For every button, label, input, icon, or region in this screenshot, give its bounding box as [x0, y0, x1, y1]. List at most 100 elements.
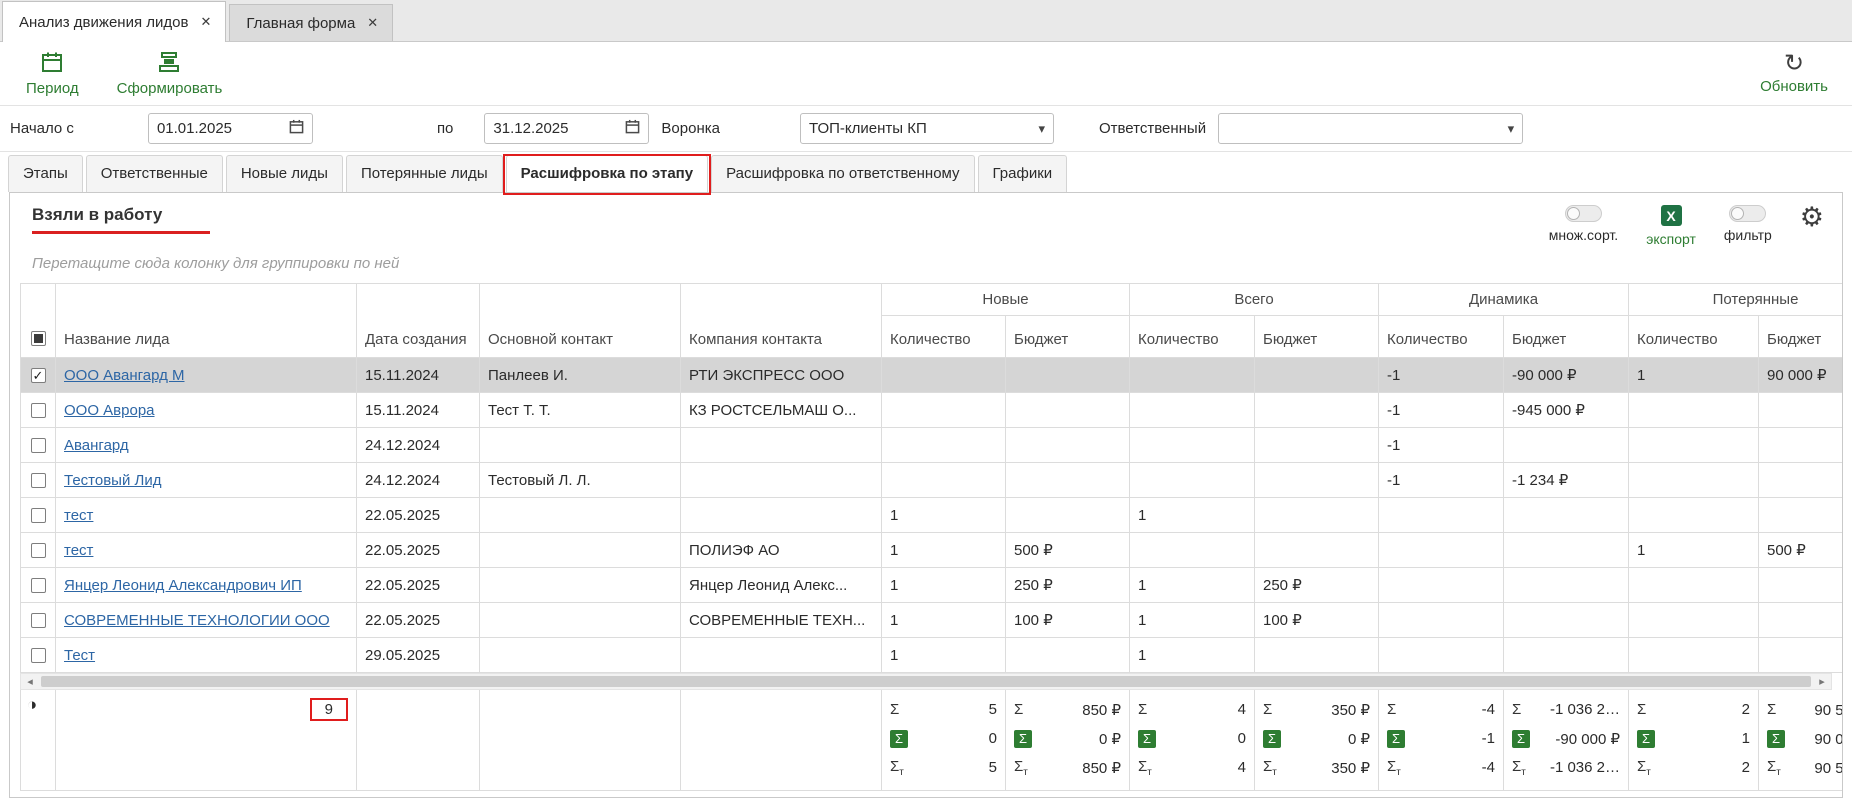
table-row[interactable]: тест22.05.2025ПОЛИЭФ АО1500 ₽1500 ₽	[21, 533, 1844, 568]
value-cell: 90 000 ₽	[1759, 358, 1844, 393]
report-tab-strip: ЭтапыОтветственныеНовые лидыПотерянные л…	[0, 152, 1852, 192]
excel-icon[interactable]: X	[1661, 205, 1682, 226]
table-row[interactable]: Тестовый Лид24.12.2024Тестовый Л. Л.-1-1…	[21, 463, 1844, 498]
start-date-value: 01.01.2025	[157, 120, 232, 137]
grouping-drop-zone[interactable]: Перетащите сюда колонку для группировки …	[10, 251, 1842, 283]
report-tab-6[interactable]: Расшифровка по ответственному	[711, 155, 974, 192]
value-cell	[1255, 533, 1379, 568]
table-row[interactable]: Тест29.05.202511	[21, 638, 1844, 673]
sum-total-icon: Σ	[1014, 701, 1023, 718]
row-checkbox[interactable]	[31, 613, 46, 628]
footer-sum-line: Σт850 ₽	[1014, 753, 1121, 782]
row-checkbox[interactable]	[31, 438, 46, 453]
table-row[interactable]: ООО Аврора15.11.2024Тест Т. Т.КЗ РОСТСЕЛ…	[21, 393, 1844, 428]
col-header-budget[interactable]: Бюджет	[1255, 316, 1379, 358]
row-checkbox[interactable]	[31, 648, 46, 663]
row-checkbox[interactable]	[31, 578, 46, 593]
col-header-budget[interactable]: Бюджет	[1759, 316, 1844, 358]
value-cell	[1629, 428, 1759, 463]
value-cell: -945 000 ₽	[1504, 393, 1629, 428]
end-date-value: 31.12.2025	[493, 120, 568, 137]
lead-link[interactable]: Янцер Леонид Александрович ИП	[64, 577, 302, 594]
end-date-input[interactable]: 31.12.2025	[484, 113, 649, 144]
footer-sum-value: 0	[989, 730, 997, 747]
chevron-down-icon[interactable]: ▾	[1508, 121, 1515, 137]
horizontal-scrollbar[interactable]: ◂ ▸	[20, 673, 1832, 690]
table-row[interactable]: СОВРЕМЕННЫЕ ТЕХНОЛОГИИ ООО22.05.2025СОВР…	[21, 603, 1844, 638]
lead-link[interactable]: Тест	[64, 647, 95, 664]
value-cell	[1629, 498, 1759, 533]
period-button[interactable]: Период	[26, 51, 79, 97]
calendar-icon[interactable]	[625, 119, 640, 138]
settings-button[interactable]: ⚙	[1800, 205, 1824, 230]
toggle-switch[interactable]	[1565, 205, 1602, 222]
row-checkbox[interactable]	[31, 543, 46, 558]
footer-icon-cell: ◑	[21, 690, 56, 790]
col-header-lead[interactable]: Название лида	[56, 284, 357, 358]
generate-button[interactable]: Сформировать	[117, 51, 223, 97]
export-button[interactable]: X экспорт	[1646, 205, 1696, 247]
lead-link[interactable]: ООО Авангард М	[64, 367, 185, 384]
table-row[interactable]: Авангард24.12.2024-1	[21, 428, 1844, 463]
responsible-select[interactable]: ▾	[1218, 113, 1523, 144]
lead-link[interactable]: ООО Аврора	[64, 402, 155, 419]
lead-link[interactable]: СОВРЕМЕННЫЕ ТЕХНОЛОГИИ ООО	[64, 612, 330, 629]
report-tab-7[interactable]: Графики	[978, 155, 1068, 192]
col-header-qty[interactable]: Количество	[1379, 316, 1504, 358]
col-header-created[interactable]: Дата создания	[357, 284, 480, 358]
table-row[interactable]: ✓ООО Авангард М15.11.2024Панлеев И.РТИ Э…	[21, 358, 1844, 393]
funnel-select[interactable]: ТОП-клиенты КП ▾	[800, 113, 1054, 144]
close-icon[interactable]: ✕	[200, 14, 211, 30]
scroll-right-icon[interactable]: ▸	[1813, 675, 1831, 688]
toggle-switch[interactable]	[1729, 205, 1766, 222]
footer-sum-value: 5	[989, 701, 997, 718]
row-checkbox[interactable]	[31, 508, 46, 523]
value-cell	[1504, 568, 1629, 603]
col-header-contact[interactable]: Основной контакт	[480, 284, 681, 358]
filter-toggle[interactable]: фильтр	[1724, 205, 1772, 243]
chevron-down-icon[interactable]: ▾	[1038, 121, 1045, 137]
multisort-toggle[interactable]: множ.сорт.	[1549, 205, 1618, 243]
refresh-button[interactable]: ↻ Обновить	[1760, 53, 1828, 95]
totals-footer: ◑9Σ5Σ0Σт5Σ850 ₽Σ0 ₽Σт850 ₽Σ4Σ0Σт4Σ350 ₽Σ…	[20, 690, 1843, 791]
lead-link[interactable]: Тестовый Лид	[64, 472, 161, 489]
sum-visible-icon: Σт	[1512, 758, 1526, 778]
col-header-qty[interactable]: Количество	[1629, 316, 1759, 358]
value-cell	[1006, 638, 1130, 673]
table-row[interactable]: тест22.05.202511	[21, 498, 1844, 533]
report-tab-5[interactable]: Расшифровка по этапу	[506, 155, 708, 192]
scroll-left-icon[interactable]: ◂	[21, 675, 39, 688]
gear-icon[interactable]: ⚙	[1800, 205, 1824, 230]
select-all-checkbox[interactable]	[31, 331, 46, 346]
calendar-icon[interactable]	[289, 119, 304, 138]
value-cell: 1	[1629, 358, 1759, 393]
start-date-input[interactable]: 01.01.2025	[148, 113, 313, 144]
col-header-budget[interactable]: Бюджет	[1006, 316, 1130, 358]
report-tab-2[interactable]: Ответственные	[86, 155, 223, 192]
col-header-company[interactable]: Компания контакта	[681, 284, 882, 358]
lead-link[interactable]: тест	[64, 542, 93, 559]
window-tab-main-form[interactable]: Главная форма ✕	[229, 4, 393, 41]
scrollbar-thumb[interactable]	[41, 676, 1811, 687]
refresh-icon: ↻	[1784, 53, 1804, 75]
table-row[interactable]: Янцер Леонид Александрович ИП22.05.2025Я…	[21, 568, 1844, 603]
sum-selected-icon: Σ	[1767, 730, 1785, 748]
col-header-budget[interactable]: Бюджет	[1504, 316, 1629, 358]
sum-selected-icon: Σ	[1387, 730, 1405, 748]
row-checkbox[interactable]	[31, 473, 46, 488]
row-checkbox[interactable]	[31, 403, 46, 418]
value-cell	[1255, 638, 1379, 673]
footer-sum-cell: Σ-1 036 2…Σ-90 000 ₽Σт-1 036 2…	[1504, 690, 1629, 790]
report-tab-3[interactable]: Новые лиды	[226, 155, 343, 192]
close-icon[interactable]: ✕	[367, 15, 378, 31]
sum-total-icon: Σ	[1637, 701, 1646, 718]
col-header-qty[interactable]: Количество	[1130, 316, 1255, 358]
report-tab-4[interactable]: Потерянные лиды	[346, 155, 503, 192]
lead-link[interactable]: Авангард	[64, 437, 129, 454]
report-tab-1[interactable]: Этапы	[8, 155, 83, 192]
row-checkbox[interactable]: ✓	[31, 368, 46, 383]
col-header-qty[interactable]: Количество	[882, 316, 1006, 358]
window-tab-lead-analysis[interactable]: Анализ движения лидов ✕	[2, 1, 226, 42]
company-cell	[681, 638, 882, 673]
lead-link[interactable]: тест	[64, 507, 93, 524]
